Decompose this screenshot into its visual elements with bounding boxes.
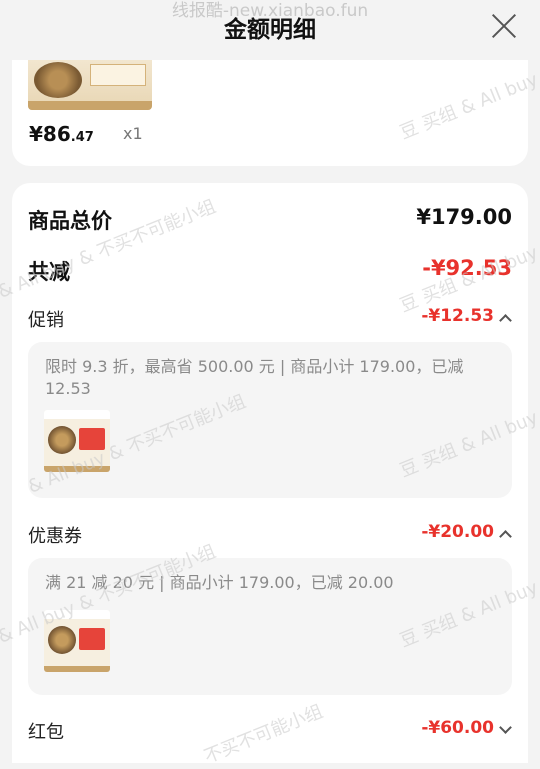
product-price: ¥86.47 bbox=[29, 122, 94, 146]
close-icon[interactable] bbox=[490, 12, 518, 40]
promotion-detail-panel: 限时 9.3 折，最高省 500.00 元 | 商品小计 179.00，已减 1… bbox=[28, 342, 512, 498]
thumb-pot-graphic bbox=[48, 426, 76, 454]
product-bar-graphic bbox=[28, 101, 152, 110]
thumb-top-strip bbox=[44, 410, 110, 419]
total-value: ¥179.00 bbox=[416, 205, 512, 229]
thumb-top-strip bbox=[44, 610, 110, 619]
header-bar: 线报酷-new.xianbao.fun 金额明细 bbox=[0, 0, 540, 56]
total-label: 商品总价 bbox=[28, 209, 112, 233]
discount-value: -¥92.53 bbox=[422, 256, 512, 280]
redpacket-value-wrap[interactable]: -¥60.00 bbox=[421, 718, 512, 738]
product-card: ¥86.47 x1 bbox=[12, 60, 528, 166]
product-image[interactable] bbox=[28, 60, 152, 110]
product-pot-graphic bbox=[34, 62, 82, 98]
product-quantity: x1 bbox=[123, 124, 143, 143]
thumb-pot-graphic bbox=[48, 626, 76, 654]
coupon-value: -¥20.00 bbox=[421, 522, 494, 542]
page-title: 金额明细 bbox=[224, 17, 316, 43]
redpacket-value: -¥60.00 bbox=[421, 718, 494, 738]
discount-label: 共减 bbox=[28, 260, 70, 284]
product-price-main: ¥86 bbox=[29, 122, 71, 146]
thumb-tag-graphic bbox=[79, 628, 105, 650]
promotion-product-thumbnail[interactable] bbox=[44, 410, 110, 472]
redpacket-label: 红包 bbox=[28, 722, 64, 743]
thumb-tag-graphic bbox=[79, 428, 105, 450]
thumb-bottom-strip bbox=[44, 466, 110, 472]
promotion-value-wrap[interactable]: -¥12.53 bbox=[421, 306, 512, 326]
thumb-bottom-strip bbox=[44, 666, 110, 672]
coupon-value-wrap[interactable]: -¥20.00 bbox=[421, 522, 512, 542]
chevron-down-icon[interactable] bbox=[498, 722, 512, 736]
promotion-label: 促销 bbox=[28, 310, 64, 331]
chevron-up-icon[interactable] bbox=[498, 310, 512, 324]
coupon-detail-panel: 满 21 减 20 元 | 商品小计 179.00，已减 20.00 bbox=[28, 558, 512, 695]
promotion-desc: 限时 9.3 折，最高省 500.00 元 | 商品小计 179.00，已减 1… bbox=[45, 357, 464, 398]
product-price-decimal: .47 bbox=[70, 130, 94, 145]
coupon-label: 优惠券 bbox=[28, 526, 82, 547]
promotion-value: -¥12.53 bbox=[421, 306, 494, 326]
coupon-product-thumbnail[interactable] bbox=[44, 610, 110, 672]
amount-detail-card: 商品总价 ¥179.00 共减 -¥92.53 促销 -¥12.53 限时 9.… bbox=[12, 183, 528, 763]
product-label-graphic bbox=[90, 64, 146, 86]
chevron-up-icon[interactable] bbox=[498, 526, 512, 540]
coupon-desc: 满 21 减 20 元 | 商品小计 179.00，已减 20.00 bbox=[45, 573, 394, 592]
